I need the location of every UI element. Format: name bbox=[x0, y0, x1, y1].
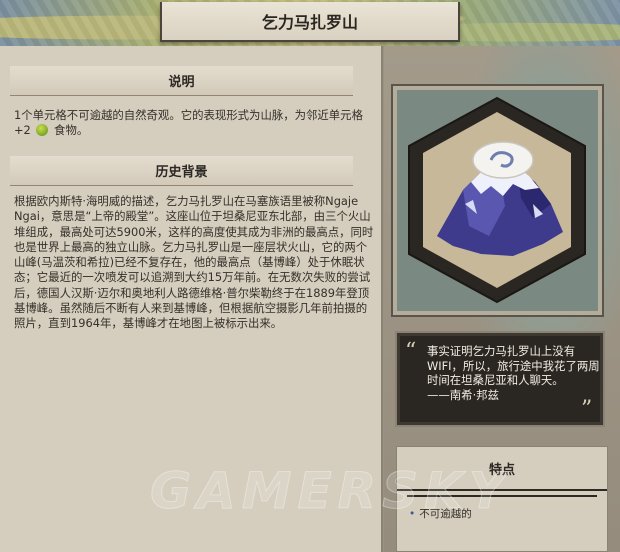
bullet-icon: • bbox=[409, 508, 416, 520]
history-heading: 历史背景 bbox=[10, 156, 353, 186]
trait-item: • 不可逾越的 bbox=[409, 506, 472, 521]
traits-heading: 特点 bbox=[397, 447, 607, 491]
history-text: 根据欧内斯特·海明威的描述，乞力马扎罗山在马塞族语里被称Ngaje Ngai，意… bbox=[14, 194, 374, 331]
quote-body: 事实证明乞力马扎罗山上没有WIFI，所以，旅行途中我花了两周时间在坦桑尼亚和人聊… bbox=[427, 344, 600, 388]
civilopedia-text-panel: 说明 1个单元格不可逾越的自然奇观。它的表现形式为山脉，为邻近单元格+2 食物。… bbox=[0, 46, 383, 552]
quote-box: “ 事实证明乞力马扎罗山上没有WIFI，所以，旅行途中我花了两周时间在坦桑尼亚和… bbox=[395, 331, 605, 427]
wonder-portrait-frame bbox=[391, 84, 604, 317]
trait-label: 不可逾越的 bbox=[419, 508, 472, 520]
snow-capped-mountain-icon bbox=[408, 96, 586, 304]
quote-author: ——南希·邦兹 bbox=[427, 387, 499, 402]
quote-open-mark: “ bbox=[405, 339, 417, 364]
description-text-after: 食物。 bbox=[54, 123, 89, 138]
quote-text: 事实证明乞力马扎罗山上没有WIFI，所以，旅行途中我花了两周时间在坦桑尼亚和人聊… bbox=[427, 344, 607, 402]
traits-panel: 特点 • 不可逾越的 bbox=[396, 446, 608, 552]
description-heading: 说明 bbox=[10, 66, 353, 96]
food-icon bbox=[36, 124, 49, 137]
quote-close-mark: ” bbox=[581, 397, 593, 422]
page-title: 乞力马扎罗山 bbox=[160, 2, 460, 42]
description-text: 1个单元格不可逾越的自然奇观。它的表现形式为山脉，为邻近单元格+2 食物。 bbox=[14, 108, 374, 139]
traits-divider bbox=[407, 495, 597, 497]
